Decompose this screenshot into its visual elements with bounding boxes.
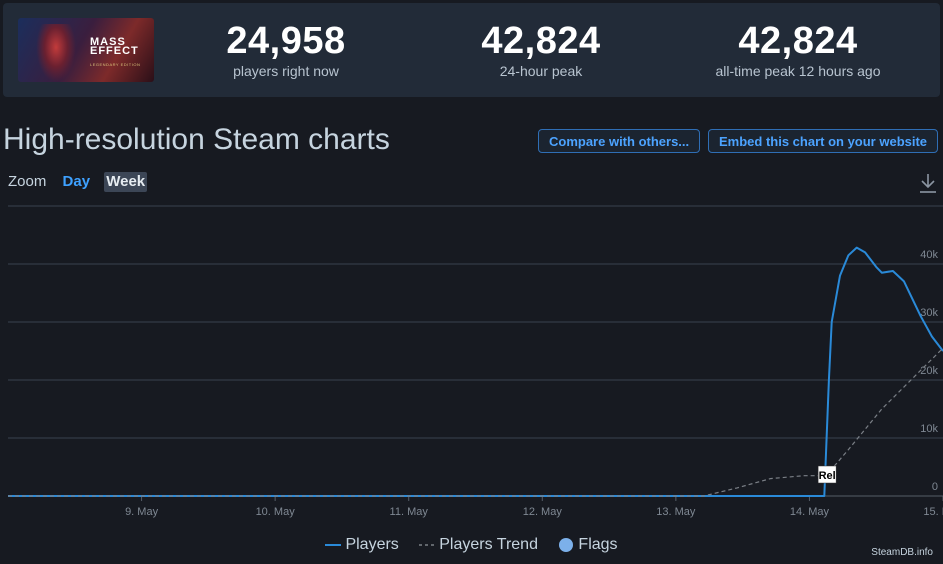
page-title: High-resolution Steam charts [3, 123, 390, 156]
x-tick-label: 14. May [790, 506, 830, 518]
series-line-players-trend [8, 347, 943, 497]
x-tick-label: 12. May [523, 506, 563, 518]
y-tick-label: 30k [920, 307, 938, 319]
y-tick-label: 40k [920, 249, 938, 261]
legend-flags-swatch [559, 537, 574, 552]
player-chart[interactable]: 0 10k 20k 30k 40k 9. May 10. May 11. May 12. May… [0, 200, 943, 530]
stat-value: 24,958 [226, 20, 346, 62]
stats-bar: MASS EFFECT LEGENDARY EDITION 24,958 pla… [3, 3, 940, 97]
game-logo[interactable]: MASS EFFECT LEGENDARY EDITION [18, 18, 154, 82]
y-tick-label: 20k [920, 365, 938, 377]
zoom-controls: Zoom Day Week [8, 172, 148, 192]
stat-all-time-peak: 42,824 all-time peak 12 hours ago [683, 21, 913, 79]
legend-players-swatch [325, 543, 342, 546]
stat-label: 24-hour peak [499, 63, 583, 79]
stat-24h-peak: 42,824 24-hour peak [426, 21, 656, 79]
x-tick-label: 11. May [390, 506, 429, 518]
zoom-day-button[interactable]: Day [61, 172, 93, 192]
embed-chart-button[interactable]: Embed this chart on your website [708, 129, 939, 153]
legend-flags-label: Flags [578, 536, 618, 553]
x-tick-label: 13. May [656, 506, 696, 518]
zoom-label: Zoom [8, 173, 47, 190]
legend-trend-label: Players Trend [439, 536, 538, 553]
logo-artwork [36, 24, 76, 82]
x-tick-label: 10. May [256, 506, 296, 518]
legend-flags[interactable]: Flags [558, 536, 618, 554]
chart-legend: Players Players Trend Flags [0, 536, 943, 558]
flag-label: Rel [819, 470, 836, 482]
y-tick-label: 0 [932, 481, 938, 493]
steamdb-credit[interactable]: SteamDB.info [871, 547, 933, 558]
legend-players[interactable]: Players [325, 536, 399, 554]
logo-subtitle: LEGENDARY EDITION [90, 62, 141, 67]
logo-title: MASS EFFECT [90, 36, 139, 57]
stat-players-now: 24,958 players right now [171, 21, 401, 79]
stat-label: all-time peak 12 hours ago [715, 63, 881, 79]
stat-label: players right now [233, 63, 339, 79]
legend-players-trend[interactable]: Players Trend [419, 536, 538, 554]
series-line-players [8, 246, 943, 497]
zoom-week-button[interactable]: Week [104, 172, 148, 192]
stat-value: 42,824 [738, 20, 858, 62]
legend-trend-swatch [419, 544, 436, 546]
x-tick-label: 9. May [125, 506, 159, 518]
download-icon[interactable] [918, 172, 938, 194]
x-tick-label: 15. May [923, 506, 943, 518]
legend-players-label: Players [345, 536, 399, 553]
stat-value: 42,824 [481, 20, 601, 62]
y-tick-label: 10k [920, 423, 938, 435]
compare-button[interactable]: Compare with others... [538, 129, 701, 153]
